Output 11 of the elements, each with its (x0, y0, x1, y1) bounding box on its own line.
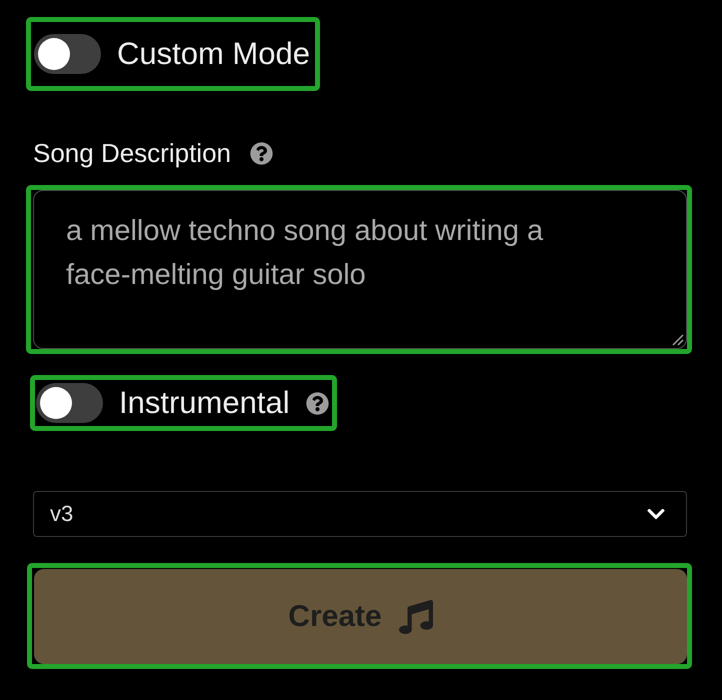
music-note-icon (398, 600, 433, 634)
model-select[interactable]: v3 (33, 491, 687, 537)
resize-grip-icon[interactable] (672, 334, 684, 346)
toggle-label: Custom Mode (117, 36, 310, 72)
help-icon[interactable] (306, 392, 329, 414)
toggle-label: Instrumental (119, 385, 290, 421)
toggle-switch[interactable] (36, 383, 103, 423)
description-field[interactable]: a mellow techno song about writing a face-melting guitar solo (33, 190, 687, 349)
help-icon[interactable] (250, 142, 273, 164)
toggle-switch[interactable] (34, 34, 101, 74)
field-label: Song Description (33, 138, 231, 168)
